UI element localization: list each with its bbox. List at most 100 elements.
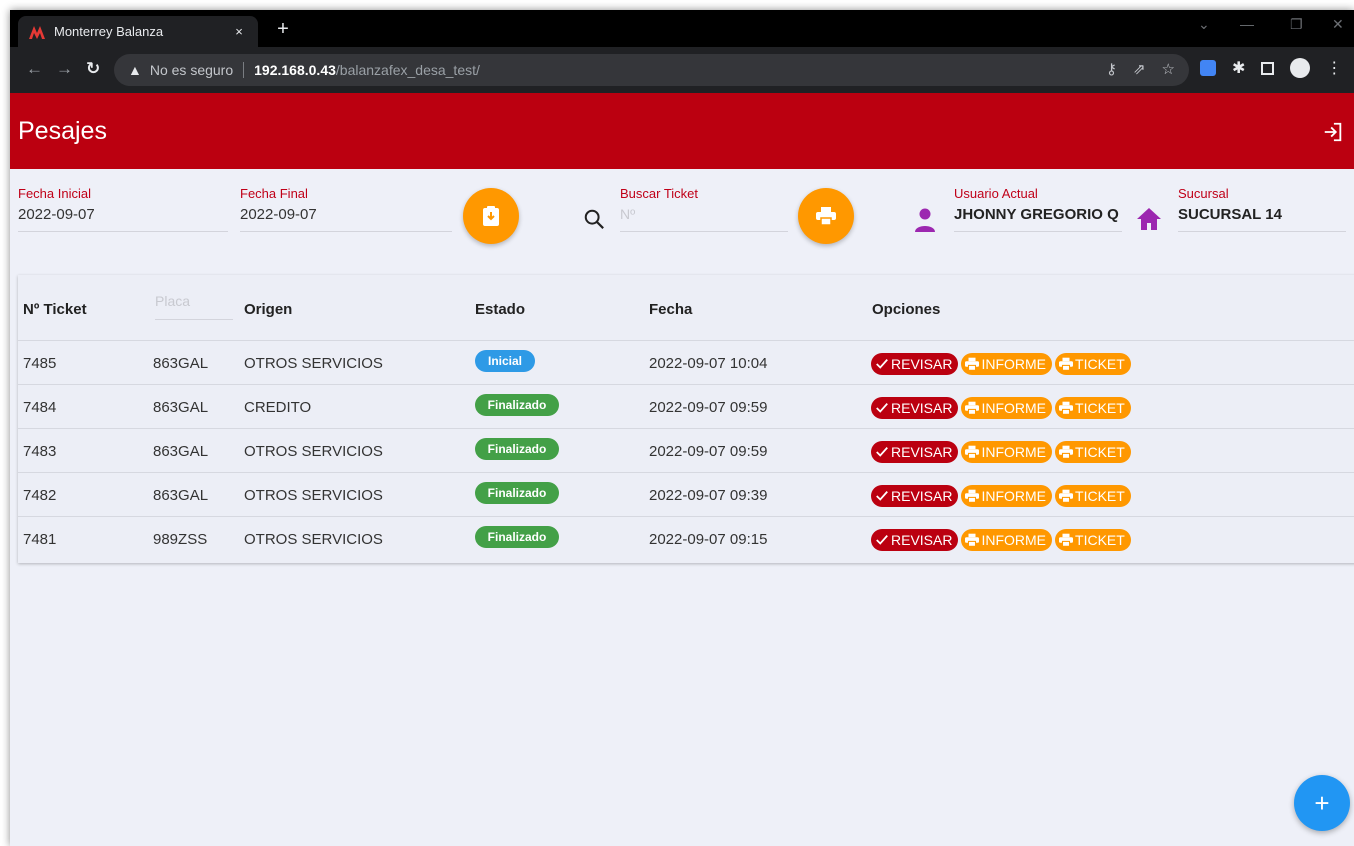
ticket-button[interactable]: TICKET xyxy=(1055,485,1131,507)
informe-button[interactable]: INFORME xyxy=(961,397,1053,419)
ticket-button[interactable]: TICKET xyxy=(1055,441,1131,463)
add-pesaje-button[interactable]: + xyxy=(1294,775,1350,831)
warning-icon: ▲ xyxy=(128,62,142,78)
close-window-icon[interactable]: ✕ xyxy=(1332,16,1344,33)
header-estado: Estado xyxy=(475,301,526,318)
revisar-button[interactable]: REVISAR xyxy=(871,485,959,507)
cell-fecha: 2022-09-07 09:15 xyxy=(649,531,768,548)
app-header: Pesajes xyxy=(10,93,1354,169)
download-report-button[interactable] xyxy=(463,188,519,244)
header-fecha: Fecha xyxy=(649,301,693,318)
fecha-inicial-label: Fecha Inicial xyxy=(18,186,91,201)
security-label[interactable]: No es seguro xyxy=(150,62,233,78)
printer-icon xyxy=(965,401,980,415)
informe-label: INFORME xyxy=(981,400,1047,416)
placa-filter-input[interactable]: Placa xyxy=(155,293,233,320)
cell-origen: OTROS SERVICIOS xyxy=(244,487,383,504)
extensions-puzzle-icon[interactable]: ✱ xyxy=(1232,58,1245,78)
row-options: REVISAR INFORME TICKET xyxy=(871,485,1134,507)
tab-close-icon[interactable]: × xyxy=(230,23,248,41)
home-icon xyxy=(1137,208,1161,230)
printer-icon xyxy=(816,207,836,225)
fecha-inicial-input[interactable]: 2022-09-07 xyxy=(18,206,228,232)
informe-button[interactable]: INFORME xyxy=(961,529,1053,551)
printer-icon xyxy=(965,357,980,371)
informe-button[interactable]: INFORME xyxy=(961,353,1053,375)
tab-search-icon[interactable]: ⌄ xyxy=(1198,16,1210,33)
fecha-inicial-field[interactable]: Fecha Inicial 2022-09-07 xyxy=(18,186,228,232)
ticket-button[interactable]: TICKET xyxy=(1055,353,1131,375)
cell-fecha: 2022-09-07 10:04 xyxy=(649,355,768,372)
search-icon[interactable] xyxy=(583,208,605,230)
fecha-final-field[interactable]: Fecha Final 2022-09-07 xyxy=(240,186,452,232)
table-header: Nº Ticket Placa Origen Estado Fecha Opci… xyxy=(18,275,1354,341)
profile-avatar-icon[interactable] xyxy=(1290,58,1311,78)
bookmark-star-icon[interactable]: ☆ xyxy=(1162,60,1175,78)
key-icon[interactable]: ⚷ xyxy=(1106,60,1117,78)
revisar-label: REVISAR xyxy=(891,444,953,460)
table-row: 7482 863GAL OTROS SERVICIOS Finalizado 2022-… xyxy=(18,473,1354,517)
tab-bar: Monterrey Balanza × + ⌄ — ❐ ✕ xyxy=(10,10,1354,47)
cell-ticket: 7485 xyxy=(23,355,57,372)
share-icon[interactable]: ⇗ xyxy=(1133,60,1146,78)
clipboard-download-icon xyxy=(483,206,499,226)
browser-tab[interactable]: Monterrey Balanza × xyxy=(18,16,258,47)
cell-fecha: 2022-09-07 09:39 xyxy=(649,487,768,504)
fecha-final-label: Fecha Final xyxy=(240,186,308,201)
revisar-button[interactable]: REVISAR xyxy=(871,529,959,551)
revisar-button[interactable]: REVISAR xyxy=(871,441,959,463)
printer-icon xyxy=(1059,489,1074,503)
row-options: REVISAR INFORME TICKET xyxy=(871,529,1134,551)
cell-ticket: 7484 xyxy=(23,399,57,416)
reload-icon[interactable]: ↻ xyxy=(86,59,100,79)
header-ticket: Nº Ticket xyxy=(23,301,87,318)
printer-icon xyxy=(1059,445,1074,459)
revisar-button[interactable]: REVISAR xyxy=(871,353,959,375)
logout-icon[interactable] xyxy=(1322,121,1344,143)
fecha-final-input[interactable]: 2022-09-07 xyxy=(240,206,452,232)
informe-label: INFORME xyxy=(981,532,1047,548)
buscar-ticket-field[interactable]: Buscar Ticket Nº xyxy=(620,186,788,232)
cell-placa: 863GAL xyxy=(153,487,209,504)
side-panel-icon[interactable] xyxy=(1261,61,1275,75)
cell-ticket: 7481 xyxy=(23,531,57,548)
ticket-button[interactable]: TICKET xyxy=(1055,397,1131,419)
revisar-label: REVISAR xyxy=(891,400,953,416)
informe-button[interactable]: INFORME xyxy=(961,485,1053,507)
cell-ticket: 7483 xyxy=(23,443,57,460)
print-button[interactable] xyxy=(798,188,854,244)
pesajes-table: Nº Ticket Placa Origen Estado Fecha Opci… xyxy=(18,275,1354,563)
cell-origen: OTROS SERVICIOS xyxy=(244,355,383,372)
address-bar[interactable]: ▲ No es seguro 192.168.0.43 /balanzafex_… xyxy=(114,54,1189,86)
revisar-button[interactable]: REVISAR xyxy=(871,397,959,419)
forward-icon[interactable]: → xyxy=(56,59,73,79)
new-tab-button[interactable]: + xyxy=(272,18,294,40)
ticket-button[interactable]: TICKET xyxy=(1055,529,1131,551)
check-icon xyxy=(876,403,888,413)
back-icon[interactable]: ← xyxy=(26,59,43,79)
ticket-label: TICKET xyxy=(1075,488,1125,504)
browser-window: Monterrey Balanza × + ⌄ — ❐ ✕ ← → ↻ ▲ No… xyxy=(10,10,1354,846)
ticket-search-input[interactable]: Nº xyxy=(620,206,788,232)
usuario-actual-value: JHONNY GREGORIO Q xyxy=(954,206,1122,232)
printer-icon xyxy=(1059,357,1074,371)
menu-dots-icon[interactable]: ⋮ xyxy=(1326,58,1342,78)
cell-origen: OTROS SERVICIOS xyxy=(244,531,383,548)
check-icon xyxy=(876,359,888,369)
sucursal-value: SUCURSAL 14 xyxy=(1178,206,1346,232)
translate-extension-icon[interactable] xyxy=(1200,60,1216,76)
check-icon xyxy=(876,491,888,501)
informe-button[interactable]: INFORME xyxy=(961,441,1053,463)
usuario-actual-field: Usuario Actual JHONNY GREGORIO Q xyxy=(954,186,1122,232)
divider xyxy=(243,62,245,78)
printer-icon xyxy=(1059,533,1074,547)
printer-icon xyxy=(1059,401,1074,415)
row-options: REVISAR INFORME TICKET xyxy=(871,353,1134,375)
restore-icon[interactable]: ❐ xyxy=(1290,16,1303,33)
revisar-label: REVISAR xyxy=(891,356,953,372)
user-icon xyxy=(915,208,935,232)
cell-origen: CREDITO xyxy=(244,399,312,416)
revisar-label: REVISAR xyxy=(891,488,953,504)
ticket-label: TICKET xyxy=(1075,532,1125,548)
minimize-icon[interactable]: — xyxy=(1240,16,1254,32)
